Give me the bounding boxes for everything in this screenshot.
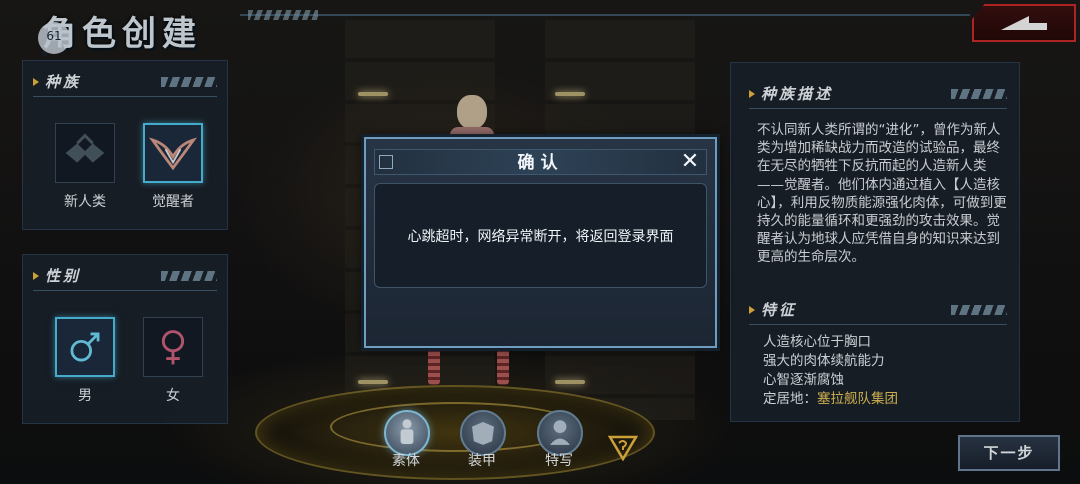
- close-icon[interactable]: ✕: [678, 151, 702, 175]
- confirm-dialog: 确认 ✕ 心跳超时，网络异常断开，将返回登录界面: [364, 137, 717, 348]
- dialog-message: 心跳超时，网络异常断开，将返回登录界面: [407, 228, 674, 245]
- dialog-title: 确认: [517, 153, 564, 173]
- dialog-body: 心跳超时，网络异常断开，将返回登录界面: [374, 183, 707, 288]
- dialog-titlebar: 确认 ✕: [374, 149, 707, 175]
